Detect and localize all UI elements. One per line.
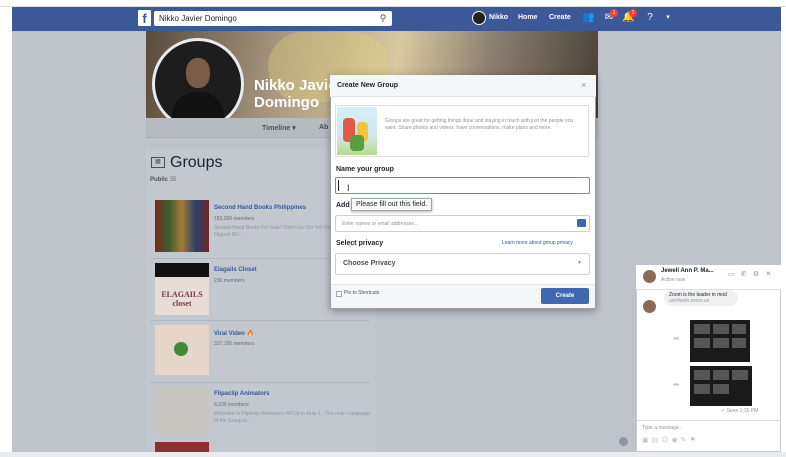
- chat-status: Active now: [661, 277, 686, 283]
- tab-about[interactable]: Ab: [319, 124, 328, 131]
- group-thumbnail[interactable]: [155, 200, 209, 252]
- image-detail: [694, 324, 710, 334]
- nav-profile-link[interactable]: Nikko: [489, 12, 508, 24]
- facebook-logo[interactable]: f: [138, 10, 151, 26]
- privacy-learn-more-link[interactable]: Learn more about group privacy: [502, 240, 573, 246]
- privacy-label: Select privacy: [336, 240, 384, 247]
- screen: { "topbar": { "logo": "f", "search_value…: [0, 0, 786, 457]
- image-detail: [732, 324, 746, 334]
- name-group-label: Name your group: [336, 166, 394, 173]
- group-thumbnail[interactable]: [155, 388, 209, 434]
- group-members: 153,399 members: [214, 216, 255, 222]
- forward-icon[interactable]: ➦: [673, 334, 680, 343]
- illustration-figure: [350, 135, 364, 151]
- clover-icon: [174, 342, 188, 356]
- messages-badge: 1: [610, 9, 618, 17]
- divider: [150, 382, 370, 383]
- group-name[interactable]: Second Hand Books Philippines: [214, 205, 306, 211]
- group-name-input[interactable]: [335, 177, 590, 194]
- nav-create-link[interactable]: Create: [549, 12, 571, 24]
- groups-icon: ▦: [151, 157, 165, 168]
- friends-icon[interactable]: 👥: [582, 12, 594, 24]
- image-detail: [713, 324, 729, 334]
- forward-icon[interactable]: ➦: [673, 380, 680, 389]
- group-members: 337,195 members: [214, 341, 255, 347]
- image-detail: [713, 370, 729, 380]
- close-icon[interactable]: ×: [581, 80, 586, 90]
- public-groups-label: Public 35: [150, 177, 177, 183]
- group-members: 230 members: [214, 278, 245, 284]
- browser-strip: [0, 0, 786, 7]
- members-input[interactable]: Enter names or email addresses...: [335, 215, 590, 232]
- image-detail: [713, 384, 729, 394]
- bottom-strip: [0, 452, 786, 457]
- validation-tooltip: Please fill out this field.: [351, 198, 433, 211]
- profile-picture-head: [186, 58, 210, 88]
- contacts-icon[interactable]: [577, 219, 586, 227]
- group-thumbnail[interactable]: [155, 442, 209, 452]
- groups-title: Groups: [170, 154, 223, 171]
- image-detail: [694, 384, 710, 394]
- chat-contact-name[interactable]: Jewell Ann P. Ma...: [661, 268, 714, 274]
- notifications-badge: 1: [629, 9, 637, 17]
- dialog-title: Create New Group: [337, 82, 399, 89]
- image-detail: [732, 338, 746, 348]
- chat-tools-icons[interactable]: ▣▤☺◉✎⚑: [642, 436, 699, 444]
- chat-avatar: [643, 300, 656, 313]
- chat-avatar[interactable]: [643, 270, 656, 283]
- create-button[interactable]: Create: [541, 288, 589, 304]
- chat-message-link[interactable]: us04web.zoom.us: [669, 298, 733, 304]
- seen-indicator: ✓ Seen 1:35 PM: [721, 408, 759, 414]
- help-icon[interactable]: ?: [644, 12, 656, 24]
- image-detail: [732, 370, 748, 380]
- search-input[interactable]: Nikko Javier Domingo: [154, 11, 392, 26]
- text-cursor-icon: I: [347, 183, 350, 193]
- image-detail: [694, 370, 710, 380]
- avatar[interactable]: [472, 11, 486, 25]
- globe-icon[interactable]: [619, 437, 628, 446]
- image-detail: [713, 338, 729, 348]
- divider: [150, 320, 370, 321]
- add-members-label: Add: [336, 202, 350, 209]
- chat-message: Zoom is the leader in mod us04web.zoom.us: [664, 290, 738, 306]
- group-name[interactable]: Elagails Closet: [214, 267, 257, 273]
- chevron-down-icon[interactable]: ▾: [662, 12, 674, 24]
- pin-shortcuts-checkbox[interactable]: [336, 291, 342, 297]
- group-description: Welcome to Flipaclip Animators! All Up t…: [214, 411, 370, 424]
- chevron-down-icon: ▾: [578, 260, 582, 266]
- group-name[interactable]: Flipaclip Animators: [214, 391, 269, 397]
- search-icon[interactable]: ⚲: [376, 12, 390, 25]
- group-members: 8,239 members: [214, 402, 249, 408]
- info-text: Groups are great for getting things done…: [385, 118, 574, 131]
- image-detail: [694, 338, 710, 348]
- group-logo-text: ELAGAILS closet: [161, 290, 203, 308]
- nav-home-link[interactable]: Home: [518, 12, 537, 24]
- chat-message-input[interactable]: Type a message...: [642, 425, 683, 431]
- text-caret: [338, 180, 339, 191]
- privacy-select-value: Choose Privacy: [343, 260, 396, 267]
- chat-header-icons[interactable]: ▭ ✆ ⚙ ✕: [728, 270, 773, 278]
- pin-shortcuts-label[interactable]: Pin to Shortcuts: [344, 290, 379, 296]
- group-name[interactable]: Viral Video 🔥: [214, 330, 254, 337]
- tab-timeline[interactable]: Timeline ▾: [262, 124, 296, 132]
- group-thumbnail[interactable]: [155, 263, 209, 277]
